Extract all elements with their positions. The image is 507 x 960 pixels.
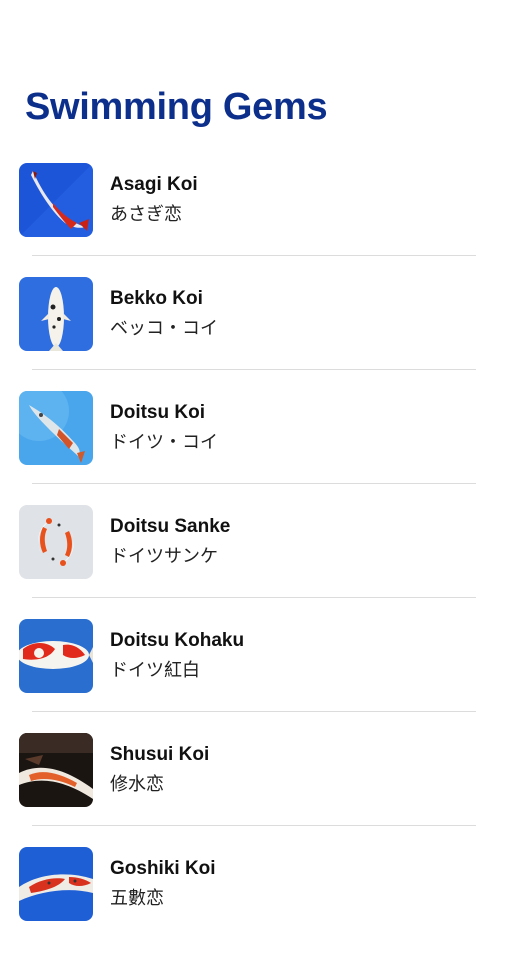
koi-name: Doitsu Kohaku (110, 630, 245, 651)
koi-name: Goshiki Koi (110, 858, 216, 879)
list-item[interactable]: Bekko Koi ベッコ・コイ (0, 276, 507, 390)
koi-japanese-name: ドイツ・コイ (110, 432, 218, 453)
asagi-koi-thumbnail (19, 163, 93, 237)
koi-name: Asagi Koi (110, 174, 198, 195)
list-item[interactable]: Goshiki Koi 五數恋 (0, 846, 507, 960)
divider (32, 597, 476, 598)
doitsu-kohaku-thumbnail (19, 619, 93, 693)
divider (32, 483, 476, 484)
goshiki-koi-thumbnail (19, 847, 93, 921)
list-item[interactable]: Shusui Koi 修水恋 (0, 732, 507, 846)
koi-japanese-name: あさぎ恋 (110, 204, 182, 225)
divider (32, 825, 476, 826)
divider (32, 369, 476, 370)
shusui-koi-thumbnail (19, 733, 93, 807)
koi-japanese-name: 五數恋 (110, 888, 164, 909)
divider (32, 255, 476, 256)
koi-name: Shusui Koi (110, 744, 210, 765)
doitsu-koi-thumbnail (19, 391, 93, 465)
koi-japanese-name: ベッコ・コイ (110, 318, 218, 339)
list-item[interactable]: Doitsu Kohaku ドイツ紅白 (0, 618, 507, 732)
list-item[interactable]: Doitsu Koi ドイツ・コイ (0, 390, 507, 504)
bekko-koi-thumbnail (19, 277, 93, 351)
list-item[interactable]: Doitsu Sanke ドイツサンケ (0, 504, 507, 618)
koi-name: Doitsu Koi (110, 402, 205, 423)
page-title: Swimming Gems (25, 86, 328, 128)
koi-name: Doitsu Sanke (110, 516, 231, 537)
koi-japanese-name: 修水恋 (110, 774, 164, 795)
koi-name: Bekko Koi (110, 288, 203, 309)
koi-list: Asagi Koi あさぎ恋 Bekko Koi ベッコ・コイ Doitsu K… (0, 162, 507, 960)
koi-japanese-name: ドイツ紅白 (110, 660, 200, 681)
doitsu-sanke-thumbnail (19, 505, 93, 579)
list-item[interactable]: Asagi Koi あさぎ恋 (0, 162, 507, 276)
divider (32, 711, 476, 712)
koi-japanese-name: ドイツサンケ (110, 546, 218, 567)
